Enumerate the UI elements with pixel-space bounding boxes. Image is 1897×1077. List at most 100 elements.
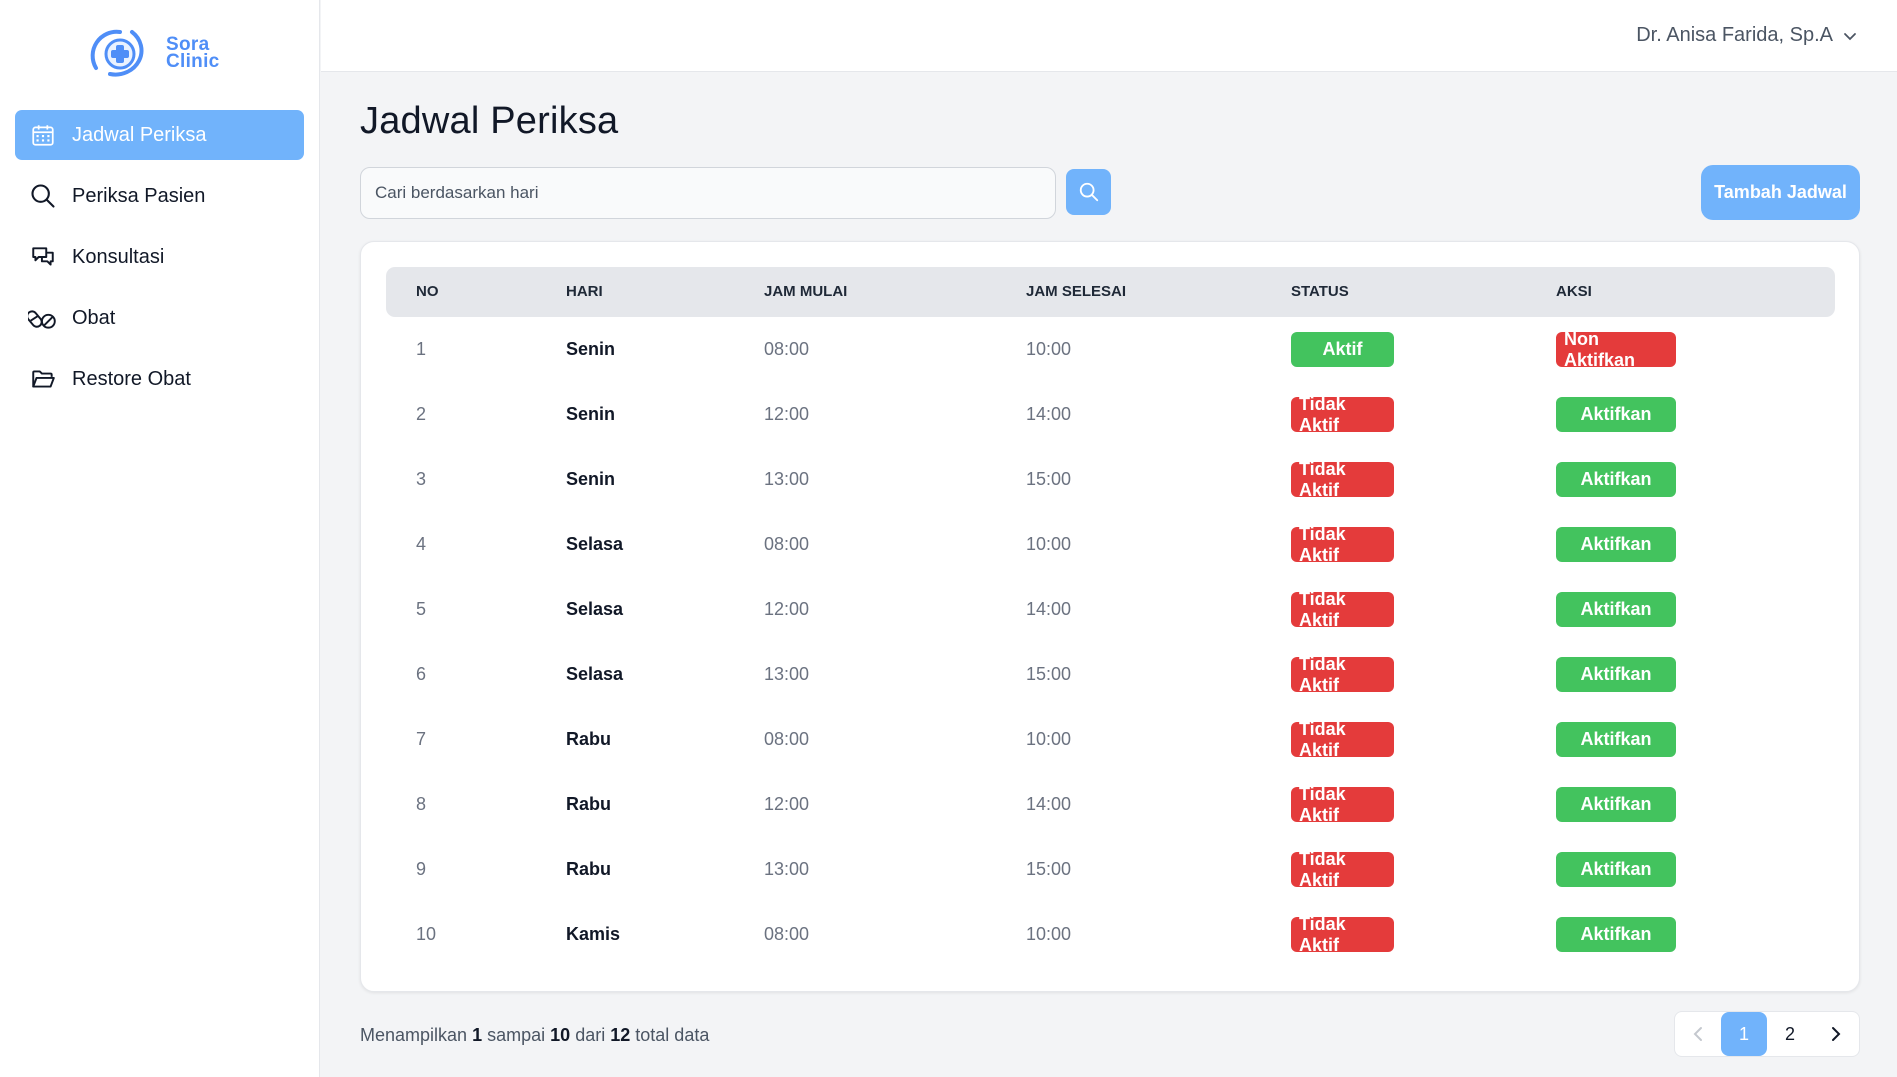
column-header-jam-selesai: JAM SELESAI xyxy=(1026,283,1127,300)
status-badge: Tidak Aktif xyxy=(1291,524,1394,565)
deactivate-button[interactable]: Non Aktifkan xyxy=(1556,329,1676,370)
sidebar-item-restore-obat[interactable]: Restore Obat xyxy=(15,354,304,404)
cell-hari: Selasa xyxy=(566,664,624,684)
activate-button[interactable]: Aktifkan xyxy=(1556,462,1676,497)
table-row: 1 Senin 08:00 10:00 Aktif Non Aktifkan xyxy=(386,317,1835,382)
cell-jam-selesai: 10:00 xyxy=(1026,339,1072,359)
calendar-icon xyxy=(28,120,58,150)
cell-jam-mulai: 08:00 xyxy=(764,924,810,944)
pagination-summary: Menampilkan 1 sampai 10 dari 12 total da… xyxy=(360,1025,709,1046)
activate-button[interactable]: Aktifkan xyxy=(1556,657,1676,692)
sidebar-item-jadwal-periksa[interactable]: Jadwal Periksa xyxy=(15,110,304,160)
sidebar-item-label: Periksa Pasien xyxy=(72,184,206,207)
activate-button[interactable]: Aktifkan xyxy=(1556,852,1676,887)
status-badge: Tidak Aktif xyxy=(1291,784,1394,825)
activate-button[interactable]: Aktifkan xyxy=(1556,787,1676,822)
cell-no: 3 xyxy=(416,469,427,489)
cell-jam-mulai: 13:00 xyxy=(764,664,810,684)
activate-button[interactable]: Aktifkan xyxy=(1556,527,1676,562)
pills-icon xyxy=(28,303,58,333)
search-button[interactable] xyxy=(1066,169,1111,215)
summary-total: 12 xyxy=(610,1025,631,1045)
cell-no: 1 xyxy=(416,339,427,359)
cell-no: 10 xyxy=(416,924,437,944)
status-badge: Tidak Aktif xyxy=(1291,914,1394,955)
cell-no: 5 xyxy=(416,599,427,619)
summary-to-word: sampai xyxy=(487,1025,546,1045)
column-header-status: STATUS xyxy=(1291,283,1349,300)
summary-prefix: Menampilkan xyxy=(360,1025,468,1045)
clinic-logo[interactable]: Sora Clinic xyxy=(76,22,236,84)
cell-status: Tidak Aktif xyxy=(1291,382,1394,447)
status-badge: Aktif xyxy=(1291,332,1394,367)
search-icon xyxy=(28,181,58,211)
cell-jam-selesai: 10:00 xyxy=(1026,924,1072,944)
cell-no: 4 xyxy=(416,534,427,554)
cell-jam-mulai: 13:00 xyxy=(764,469,810,489)
cell-no: 9 xyxy=(416,859,427,879)
cell-status: Tidak Aktif xyxy=(1291,707,1394,772)
cell-hari: Rabu xyxy=(566,794,611,814)
page-button-1[interactable]: 1 xyxy=(1721,1012,1767,1056)
sidebar-item-periksa-pasien[interactable]: Periksa Pasien xyxy=(15,171,304,221)
cell-jam-mulai: 12:00 xyxy=(764,794,810,814)
search-icon xyxy=(1079,182,1098,202)
table-row: 4 Selasa 08:00 10:00 Tidak Aktif Aktifka… xyxy=(386,512,1835,577)
column-header-jam-mulai: JAM MULAI xyxy=(764,283,848,300)
status-badge: Tidak Aktif xyxy=(1291,849,1394,890)
cell-jam-mulai: 08:00 xyxy=(764,339,810,359)
cell-aksi: Aktifkan xyxy=(1556,772,1676,837)
table-row: 10 Kamis 08:00 10:00 Tidak Aktif Aktifka… xyxy=(386,902,1835,967)
user-menu[interactable]: Dr. Anisa Farida, Sp.A xyxy=(1636,24,1857,47)
chat-icon xyxy=(28,242,58,272)
activate-button[interactable]: Aktifkan xyxy=(1556,592,1676,627)
table-body: 1 Senin 08:00 10:00 Aktif Non Aktifkan 2… xyxy=(386,317,1835,967)
sidebar-item-label: Konsultasi xyxy=(72,245,165,268)
clinic-name-line2: Clinic xyxy=(166,51,220,72)
table-row: 3 Senin 13:00 15:00 Tidak Aktif Aktifkan xyxy=(386,447,1835,512)
cell-status: Tidak Aktif xyxy=(1291,642,1394,707)
page-title: Jadwal Periksa xyxy=(360,100,619,142)
cell-aksi: Aktifkan xyxy=(1556,512,1676,577)
cell-jam-selesai: 14:00 xyxy=(1026,599,1072,619)
cell-hari: Senin xyxy=(566,339,616,359)
status-badge: Tidak Aktif xyxy=(1291,394,1394,435)
cell-aksi: Non Aktifkan xyxy=(1556,317,1676,382)
cell-jam-selesai: 15:00 xyxy=(1026,664,1072,684)
table-row: 8 Rabu 12:00 14:00 Tidak Aktif Aktifkan xyxy=(386,772,1835,837)
sidebar-nav: Jadwal Periksa Periksa Pasien Konsultasi… xyxy=(15,110,304,415)
cell-hari: Selasa xyxy=(566,599,624,619)
cell-hari: Senin xyxy=(566,404,616,424)
pagination: 1 2 xyxy=(1674,1011,1860,1057)
table-row: 9 Rabu 13:00 15:00 Tidak Aktif Aktifkan xyxy=(386,837,1835,902)
cell-no: 6 xyxy=(416,664,427,684)
sidebar-item-obat[interactable]: Obat xyxy=(15,293,304,343)
cell-hari: Selasa xyxy=(566,534,624,554)
activate-button[interactable]: Aktifkan xyxy=(1556,397,1676,432)
cell-aksi: Aktifkan xyxy=(1556,642,1676,707)
activate-button[interactable]: Aktifkan xyxy=(1556,917,1676,952)
activate-button[interactable]: Aktifkan xyxy=(1556,722,1676,757)
cell-aksi: Aktifkan xyxy=(1556,577,1676,642)
sidebar-item-label: Obat xyxy=(72,306,116,329)
cell-jam-mulai: 08:00 xyxy=(764,729,810,749)
cell-no: 8 xyxy=(416,794,427,814)
cell-jam-selesai: 15:00 xyxy=(1026,859,1072,879)
clinic-logo-icon xyxy=(90,29,144,77)
next-page-button[interactable] xyxy=(1813,1012,1859,1056)
sidebar-item-konsultasi[interactable]: Konsultasi xyxy=(15,232,304,282)
cell-jam-mulai: 12:00 xyxy=(764,599,810,619)
sidebar-item-label: Restore Obat xyxy=(72,367,191,390)
cell-status: Tidak Aktif xyxy=(1291,512,1394,577)
add-schedule-button[interactable]: Tambah Jadwal xyxy=(1701,165,1860,220)
column-header-hari: HARI xyxy=(566,283,603,300)
cell-no: 2 xyxy=(416,404,427,424)
search-input[interactable] xyxy=(360,167,1056,219)
cell-jam-selesai: 15:00 xyxy=(1026,469,1072,489)
cell-status: Tidak Aktif xyxy=(1291,837,1394,902)
cell-aksi: Aktifkan xyxy=(1556,902,1676,967)
cell-status: Tidak Aktif xyxy=(1291,447,1394,512)
cell-status: Tidak Aktif xyxy=(1291,772,1394,837)
prev-page-button[interactable] xyxy=(1675,1012,1721,1056)
page-button-2[interactable]: 2 xyxy=(1767,1012,1813,1056)
